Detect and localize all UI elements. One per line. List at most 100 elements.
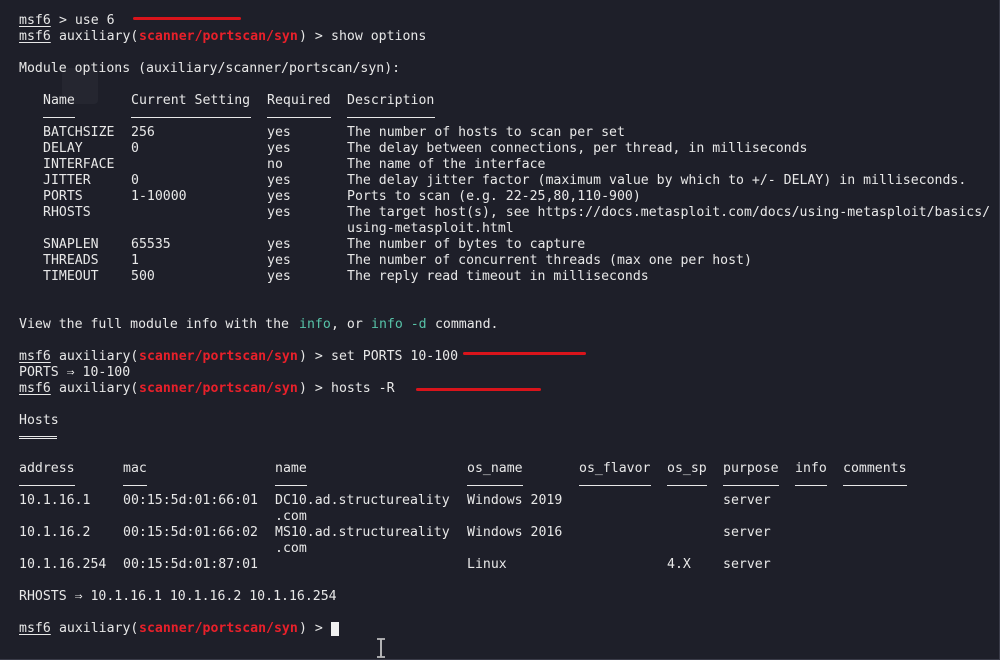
option-setting: 0 <box>131 141 139 156</box>
command-line-use: msf6 > use 6 <box>19 13 115 29</box>
host-os-sp: 4.X <box>667 557 691 572</box>
column-header: os_sp <box>667 461 707 476</box>
option-name: THREADS <box>43 253 99 268</box>
host-row-continuation: .com <box>19 509 307 525</box>
option-name: JITTER <box>43 173 91 188</box>
host-row: 10.1.16.1 00:15:5d:01:66:01 DC10.ad.stru… <box>19 493 771 509</box>
column-header: Current Setting <box>131 93 251 108</box>
option-setting: 500 <box>131 269 155 284</box>
command-line-current[interactable]: msf6 auxiliary( scanner/portscan/syn ) > <box>19 621 323 637</box>
host-os-name: Windows 2019 <box>467 493 563 508</box>
column-header: Name <box>43 93 75 108</box>
rhosts-output: RHOSTS ⇒ 10.1.16.1 10.1.16.2 10.1.16.254 <box>19 589 337 604</box>
option-row: INTERFACE no The name of the interface <box>19 157 546 173</box>
header-underline <box>123 485 147 486</box>
host-address: 10.1.16.2 <box>19 525 91 540</box>
option-description: The delay jitter factor (maximum value b… <box>347 173 967 188</box>
host-name: MS10.ad.structureality <box>275 525 450 540</box>
option-row: TIMEOUT 500 yes The reply read timeout i… <box>19 269 649 285</box>
option-row: JITTER 0 yes The delay jitter factor (ma… <box>19 173 966 189</box>
host-row: 10.1.16.254 00:15:5d:01:87:01 Linux 4.X … <box>19 557 771 573</box>
msf-prompt: msf6 <box>19 621 51 636</box>
text-cursor[interactable] <box>331 622 339 636</box>
hosts-title-underline <box>19 436 57 439</box>
header-underline <box>43 117 75 118</box>
header-underline <box>347 117 435 118</box>
module-name: scanner/portscan/syn <box>139 349 298 364</box>
header-underline <box>579 485 651 486</box>
header-underline <box>131 117 251 118</box>
column-header: Required <box>267 93 331 108</box>
option-setting: 1 <box>131 253 139 268</box>
command-line-set-ports: msf6 auxiliary( scanner/portscan/syn ) >… <box>19 349 458 365</box>
msf-prompt: msf6 <box>19 349 51 364</box>
prompt-suffix: ) > <box>299 381 331 396</box>
host-os-name: Windows 2016 <box>467 525 563 540</box>
host-name: .com <box>275 541 307 556</box>
option-required: yes <box>267 269 291 284</box>
option-name: DELAY <box>43 141 83 156</box>
option-required: yes <box>267 237 291 252</box>
command-text: hosts -R <box>331 381 395 396</box>
option-row: RHOSTS yes The target host(s), see https… <box>19 205 990 221</box>
header-underline <box>275 485 307 486</box>
option-row: THREADS 1 yes The number of concurrent t… <box>19 253 752 269</box>
host-row-continuation: .com <box>19 541 307 557</box>
host-row: 10.1.16.2 00:15:5d:01:66:02 MS10.ad.stru… <box>19 525 771 541</box>
module-name: scanner/portscan/syn <box>139 621 298 636</box>
module-name: scanner/portscan/syn <box>139 29 298 44</box>
header-underline <box>19 485 75 486</box>
terminal-window[interactable]: msf6 > use 6 msf6 auxiliary( scanner/por… <box>0 0 1000 660</box>
info-command-link: info <box>299 317 331 332</box>
prompt-prefix: auxiliary( <box>51 349 139 364</box>
header-underline <box>843 485 907 486</box>
host-purpose: server <box>723 493 771 508</box>
option-required: yes <box>267 205 291 220</box>
column-header: mac <box>123 461 147 476</box>
host-purpose: server <box>723 525 771 540</box>
red-annotation-mark <box>416 388 541 391</box>
column-header: comments <box>843 461 907 476</box>
option-required: no <box>267 157 283 172</box>
column-header: Description <box>347 93 435 108</box>
header-underline <box>723 485 779 486</box>
prompt-prefix: auxiliary( <box>51 29 139 44</box>
header-underline <box>667 485 707 486</box>
option-description: The reply read timeout in milliseconds <box>347 269 649 284</box>
option-description: The number of bytes to capture <box>347 237 586 252</box>
prompt-prefix: auxiliary( <box>51 381 139 396</box>
option-name: SNAPLEN <box>43 237 99 252</box>
info-d-command-link: info -d <box>371 317 427 332</box>
red-annotation-mark <box>463 352 586 355</box>
host-mac: 00:15:5d:01:87:01 <box>123 557 258 572</box>
column-header: purpose <box>723 461 779 476</box>
column-header: address <box>19 461 75 476</box>
option-required: yes <box>267 173 291 188</box>
prompt-suffix: ) > <box>299 349 331 364</box>
command-text: > use 6 <box>51 13 115 28</box>
option-name: PORTS <box>43 189 83 204</box>
host-address: 10.1.16.254 <box>19 557 107 572</box>
prompt-suffix: ) > <box>299 29 331 44</box>
msf-prompt: msf6 <box>19 13 51 28</box>
option-row: PORTS 1-10000 yes Ports to scan (e.g. 22… <box>19 189 641 205</box>
command-text: set PORTS 10-100 <box>331 349 459 364</box>
column-header: os_name <box>467 461 523 476</box>
option-name: INTERFACE <box>43 157 115 172</box>
option-name: TIMEOUT <box>43 269 99 284</box>
host-purpose: server <box>723 557 771 572</box>
options-header-row: Name Current Setting Required Descriptio… <box>19 93 434 109</box>
host-address: 10.1.16.1 <box>19 493 91 508</box>
command-line-hosts: msf6 auxiliary( scanner/portscan/syn ) >… <box>19 381 395 397</box>
option-description: The number of hosts to scan per set <box>347 125 625 140</box>
header-underline <box>467 485 523 486</box>
column-header: os_flavor <box>579 461 651 476</box>
option-required: yes <box>267 253 291 268</box>
option-description: The number of concurrent threads (max on… <box>347 253 752 268</box>
option-required: yes <box>267 189 291 204</box>
msf-prompt: msf6 <box>19 381 51 396</box>
option-description: Ports to scan (e.g. 22-25,80,110-900) <box>347 189 641 204</box>
option-description: The name of the interface <box>347 157 546 172</box>
header-underline <box>795 485 827 486</box>
option-row: BATCHSIZE 256 yes The number of hosts to… <box>19 125 625 141</box>
